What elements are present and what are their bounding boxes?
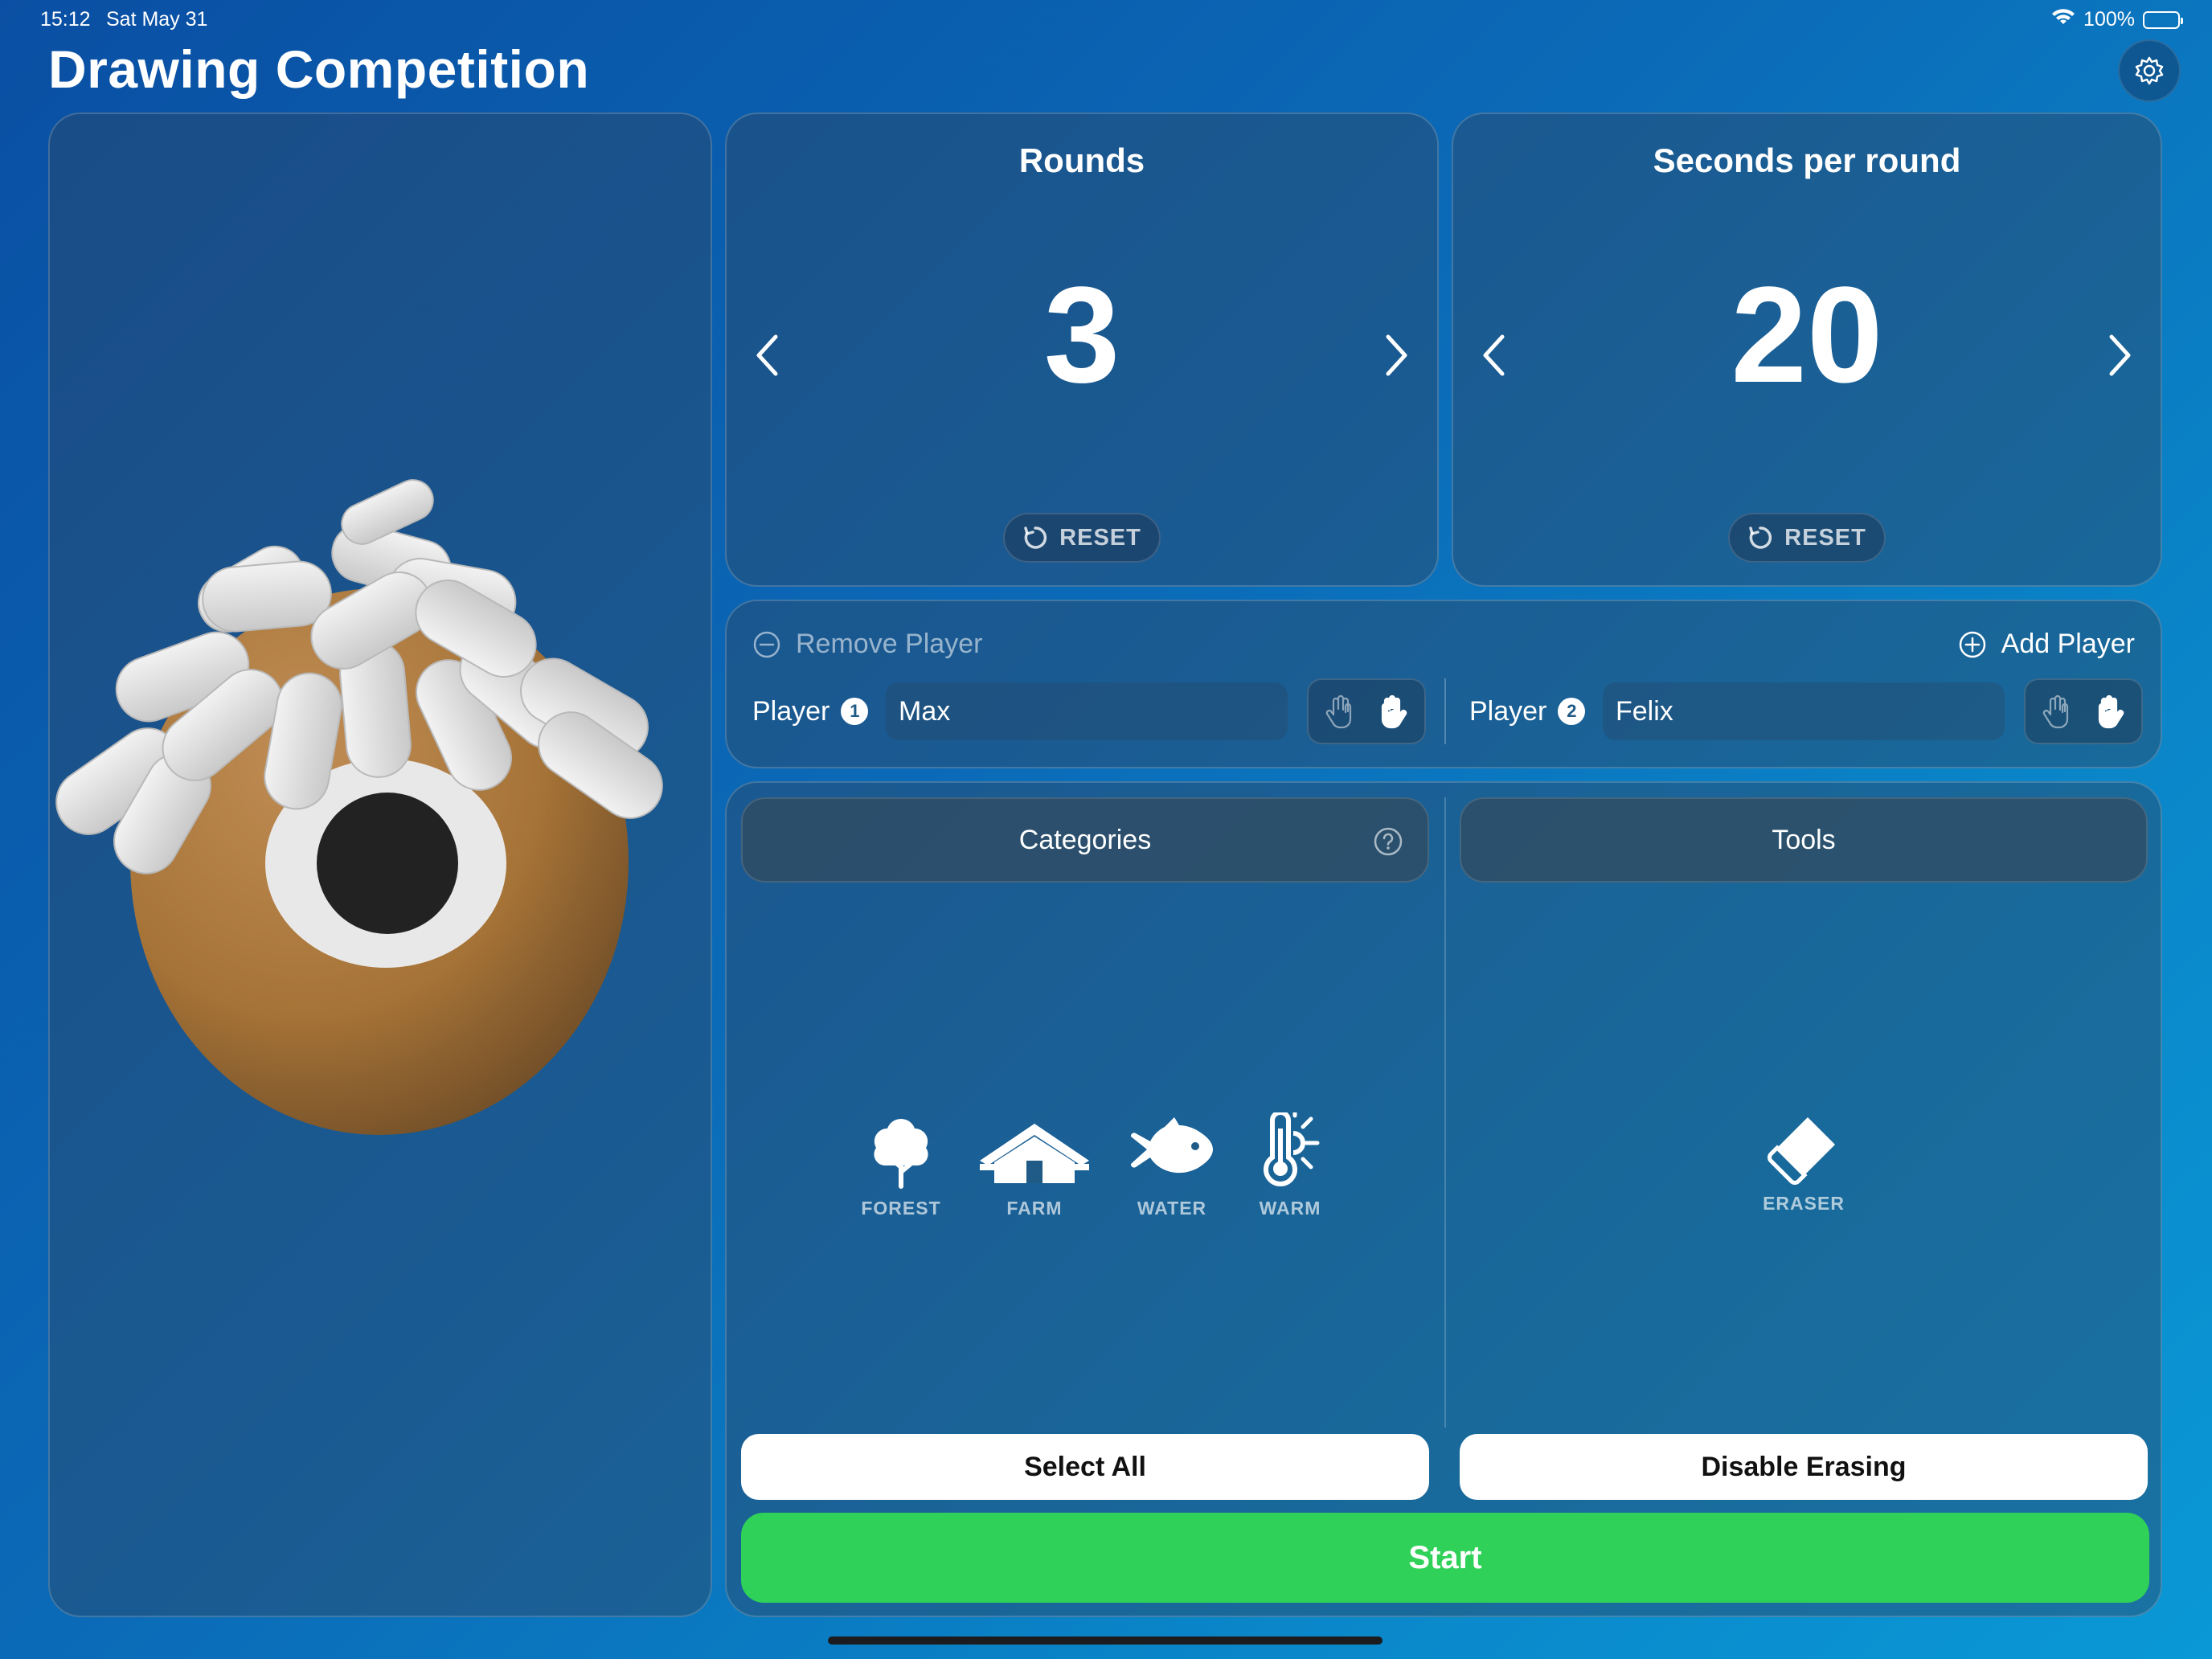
player-hand-toggle[interactable]	[1307, 678, 1426, 744]
seconds-reset-button[interactable]: RESET	[1728, 513, 1886, 563]
rounds-panel: Rounds 3 RESET	[725, 113, 1439, 587]
player-name-field[interactable]: Felix	[1603, 682, 2005, 740]
player-label: Player 2	[1469, 695, 1586, 727]
status-time: 15:12	[40, 8, 91, 31]
remove-player-label: Remove Player	[796, 629, 983, 659]
player-hand-toggle[interactable]	[2024, 678, 2143, 744]
settings-button[interactable]	[2098, 39, 2201, 103]
add-player-label: Add Player	[2001, 629, 2135, 659]
character-preview-panel	[48, 113, 712, 1617]
player-label-text: Player	[752, 695, 830, 727]
tools-header[interactable]: Tools	[1460, 797, 2148, 883]
minus-circle-icon	[753, 631, 780, 657]
eraser-icon	[1768, 1117, 1835, 1185]
barn-icon	[980, 1124, 1089, 1183]
left-hand-icon	[1326, 694, 1352, 729]
help-icon[interactable]	[1373, 826, 1403, 857]
tools-title: Tools	[1772, 824, 1836, 855]
tool-eraser[interactable]: ERASER	[1763, 1112, 1844, 1215]
reset-icon	[1749, 526, 1772, 549]
chevron-right-icon	[1386, 334, 1407, 376]
remove-player-button[interactable]: Remove Player	[752, 629, 982, 660]
category-farm[interactable]: FARM	[974, 1112, 1095, 1219]
seconds-value: 20	[1731, 259, 1883, 412]
seconds-title: Seconds per round	[1653, 141, 1961, 179]
player-number-badge: 2	[1558, 698, 1586, 725]
plus-circle-icon	[1959, 631, 1985, 657]
player-divider	[1444, 678, 1446, 744]
player-number-badge: 1	[841, 698, 869, 725]
player-label-text: Player	[1469, 695, 1547, 727]
category-label: WARM	[1259, 1198, 1321, 1219]
category-label: FOREST	[861, 1198, 941, 1219]
disable-erasing-button[interactable]: Disable Erasing	[1460, 1434, 2148, 1500]
category-forest[interactable]: FOREST	[847, 1112, 955, 1219]
status-date: Sat May 31	[106, 8, 208, 31]
seconds-panel: Seconds per round 20 RESET	[1452, 113, 2162, 587]
players-panel: Remove Player Add Player Player 1 Max Pl…	[725, 600, 2162, 768]
rounds-value: 3	[1043, 259, 1120, 412]
right-hand-icon	[2098, 694, 2124, 729]
status-bar: 15:12 Sat May 31 100%	[0, 0, 2212, 39]
add-player-button[interactable]: Add Player	[1958, 629, 2135, 660]
reset-label: RESET	[1059, 524, 1141, 551]
categories-title: Categories	[1018, 824, 1152, 855]
rounds-reset-button[interactable]: RESET	[1003, 513, 1161, 563]
categories-header[interactable]: Categories	[741, 797, 1429, 883]
rounds-increase-button[interactable]	[1373, 323, 1421, 387]
status-indicators: 100%	[2051, 8, 2183, 31]
rounds-title: Rounds	[1018, 141, 1145, 179]
seconds-increase-button[interactable]	[2096, 323, 2144, 387]
fish-icon	[1130, 1117, 1213, 1174]
battery-percent: 100%	[2083, 8, 2135, 31]
character-illustration	[55, 479, 663, 1135]
section-divider	[1444, 797, 1446, 1428]
tool-label: ERASER	[1763, 1193, 1845, 1214]
left-hand-icon	[2043, 694, 2069, 729]
reset-icon	[1024, 526, 1047, 549]
player-label: Player 1	[752, 695, 869, 727]
category-water[interactable]: WATER	[1124, 1112, 1220, 1219]
wifi-icon	[2051, 8, 2075, 31]
right-hand-icon	[1381, 694, 1407, 729]
category-label: FARM	[1006, 1198, 1063, 1219]
reset-label: RESET	[1784, 524, 1866, 551]
battery-icon	[2143, 10, 2183, 29]
page-title: Drawing Competition	[48, 39, 590, 99]
chevron-right-icon	[2109, 334, 2131, 376]
tree-icon	[874, 1119, 928, 1189]
home-indicator[interactable]	[828, 1636, 1382, 1645]
player-name-field[interactable]: Max	[886, 682, 1288, 740]
start-button[interactable]: Start	[741, 1513, 2149, 1603]
options-panel: Categories Tools FOREST FARM WATER WARM …	[725, 781, 2162, 1617]
player-row-1: Player 1 Max	[752, 678, 1428, 744]
gear-icon	[2118, 39, 2181, 102]
thermometer-sun-icon	[1264, 1112, 1320, 1186]
category-label: WATER	[1137, 1198, 1207, 1219]
player-row-2: Player 2 Felix	[1469, 678, 2144, 744]
category-warm[interactable]: WARM	[1246, 1112, 1334, 1219]
select-all-button[interactable]: Select All	[741, 1434, 1429, 1500]
